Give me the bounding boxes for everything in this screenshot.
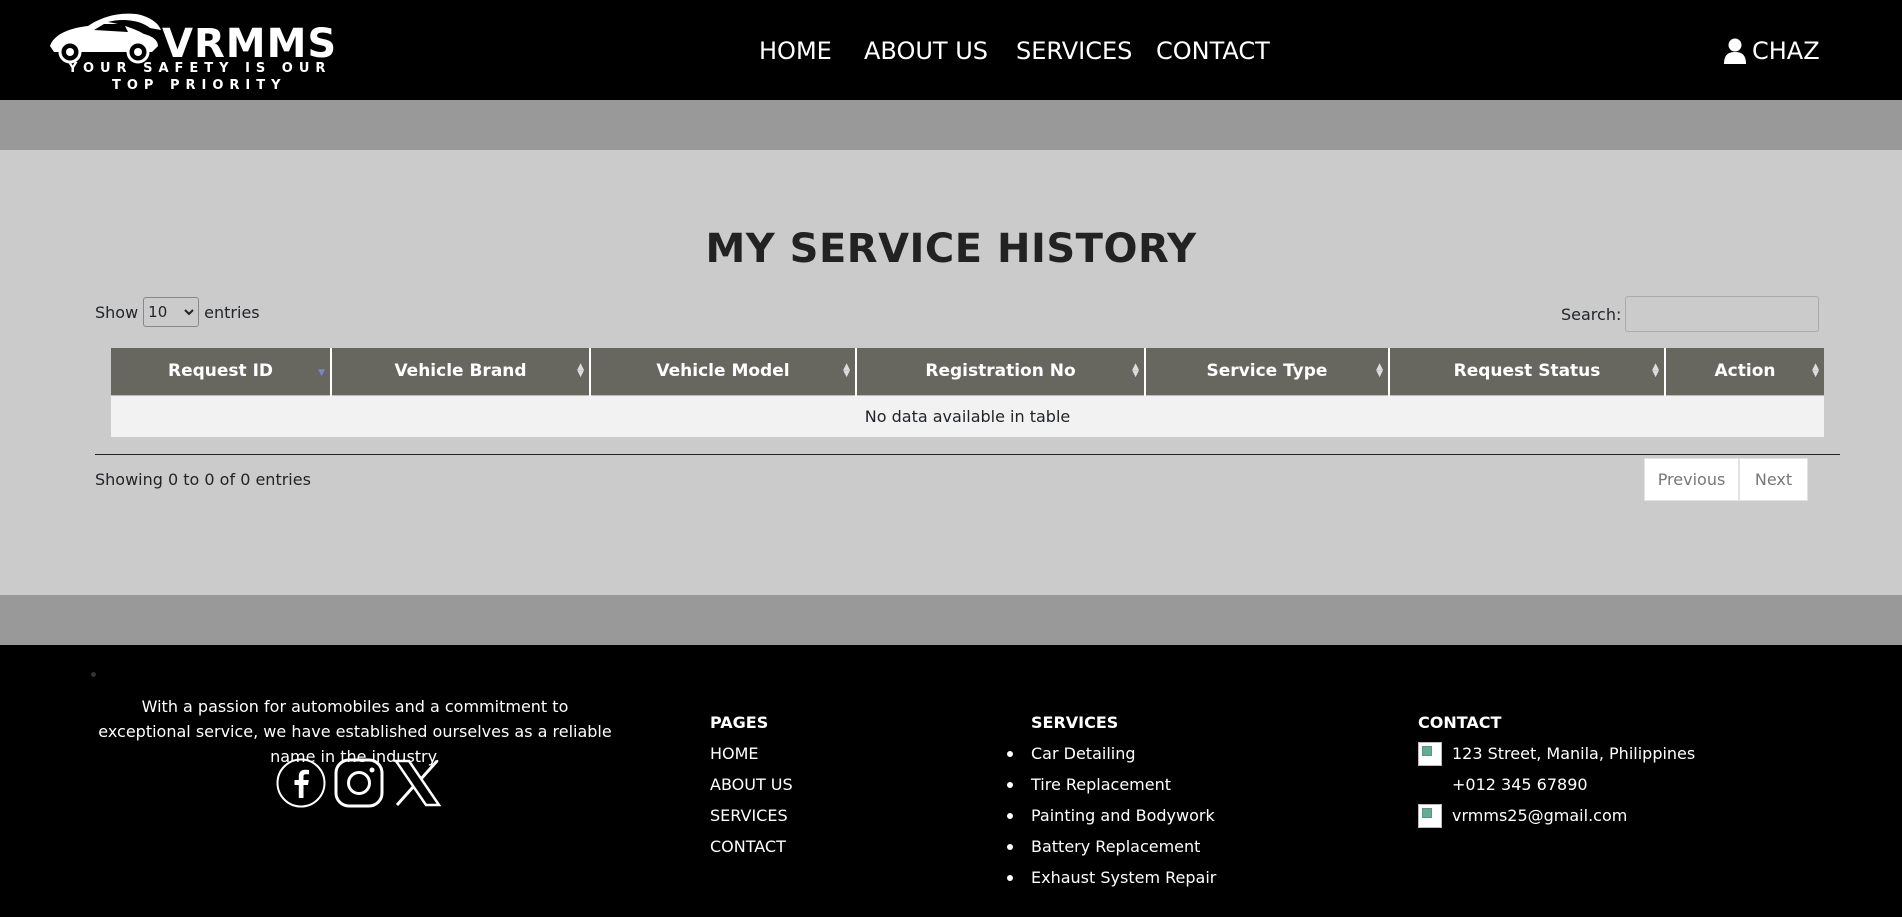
next-page-button[interactable]: Next	[1739, 458, 1808, 501]
column-label: Request ID	[167, 361, 274, 382]
footer-contact-list: 123 Street, Manila, Philippines +012 345…	[1418, 738, 1695, 831]
site-footer: With a passion for automobiles and a com…	[0, 645, 1902, 917]
list-item: Battery Replacement	[1006, 831, 1216, 862]
table-header-row: Request ID ▼ Vehicle Brand ▲ ▼ Vehicle Mo…	[111, 348, 1824, 395]
contact-email: vrmms25@gmail.com	[1418, 800, 1695, 831]
footer-services-list: Car Detailing Tire Replacement Painting …	[1006, 738, 1216, 893]
column-header-registration-no[interactable]: Registration No ▲ ▼	[856, 348, 1146, 395]
instagram-icon[interactable]	[333, 757, 385, 809]
logo-tagline: TOP PRIORITY	[112, 78, 287, 93]
table-info: Showing 0 to 0 of 0 entries	[95, 470, 311, 489]
footer-band	[0, 595, 1902, 645]
entries-label: entries	[204, 302, 260, 322]
social-links	[275, 757, 443, 809]
table-search: Search:	[1561, 296, 1820, 332]
table-row: No data available in table	[111, 394, 1824, 437]
sort-icon: ▲ ▼	[577, 362, 584, 379]
list-item: Car Detailing	[1006, 738, 1216, 769]
footer-services-heading: SERVICES	[1031, 713, 1119, 732]
main-nav: HOME ABOUT US SERVICES CONTACT	[0, 34, 1902, 68]
footer-link-contact[interactable]: CONTACT	[710, 831, 793, 862]
sort-icon: ▲ ▼	[1812, 362, 1819, 379]
site-header: VRMMS YOUR SAFETY IS OUR TOP PRIORITY HO…	[0, 0, 1902, 100]
column-header-action[interactable]: Action ▲ ▼	[1665, 348, 1824, 395]
list-item: Painting and Bodywork	[1006, 800, 1216, 831]
entries-length-value: 10	[148, 303, 168, 321]
list-item: Exhaust System Repair	[1006, 862, 1216, 893]
column-label: Request Status	[1453, 361, 1601, 382]
footer-pages-list: HOME ABOUT US SERVICES CONTACT	[710, 738, 793, 862]
empty-table-message: No data available in table	[111, 394, 1824, 437]
nav-contact[interactable]: CONTACT	[1156, 34, 1270, 68]
search-input[interactable]	[1625, 296, 1820, 332]
phone-text: +012 345 67890	[1452, 775, 1588, 794]
table-divider	[95, 454, 1840, 455]
user-menu[interactable]: CHAZ	[1724, 34, 1820, 68]
nav-home[interactable]: HOME	[759, 34, 832, 68]
email-text[interactable]: vrmms25@gmail.com	[1452, 800, 1627, 831]
page-title: MY SERVICE HISTORY	[705, 226, 1197, 272]
sort-asc-icon: ▼	[318, 368, 325, 378]
column-header-request-status[interactable]: Request Status ▲ ▼	[1389, 348, 1666, 395]
sort-icon: ▲ ▼	[1132, 362, 1139, 379]
contact-phone: +012 345 67890	[1418, 769, 1695, 800]
x-icon[interactable]	[391, 757, 443, 809]
sort-icon: ▲ ▼	[843, 362, 850, 379]
location-icon	[1418, 741, 1442, 766]
search-label: Search:	[1561, 304, 1622, 324]
show-label: Show	[95, 302, 139, 322]
previous-page-button[interactable]: Previous	[1644, 458, 1739, 501]
list-item: Tire Replacement	[1006, 769, 1216, 800]
footer-link-services[interactable]: SERVICES	[710, 800, 793, 831]
column-header-vehicle-brand[interactable]: Vehicle Brand ▲ ▼	[331, 348, 591, 395]
nav-services[interactable]: SERVICES	[1016, 34, 1132, 68]
footer-link-about-us[interactable]: ABOUT US	[710, 769, 793, 800]
column-header-service-type[interactable]: Service Type ▲ ▼	[1145, 348, 1390, 395]
column-label: Action	[1714, 361, 1776, 382]
user-icon	[1724, 38, 1746, 64]
column-header-request-id[interactable]: Request ID ▼	[111, 348, 332, 395]
column-label: Service Type	[1206, 361, 1328, 382]
column-label: Vehicle Model	[656, 361, 790, 382]
column-header-vehicle-model[interactable]: Vehicle Model ▲ ▼	[590, 348, 857, 395]
contact-address: 123 Street, Manila, Philippines	[1418, 738, 1695, 769]
entries-length-select[interactable]: 10	[143, 297, 200, 327]
column-label: Vehicle Brand	[394, 361, 527, 382]
pagination: Previous Next	[1644, 458, 1808, 501]
bullet-dot	[91, 672, 96, 677]
facebook-icon[interactable]	[275, 757, 327, 809]
nav-about-us[interactable]: ABOUT US	[864, 34, 988, 68]
user-name: CHAZ	[1752, 37, 1820, 65]
sort-icon: ▲ ▼	[1652, 362, 1659, 379]
footer-contact-heading: CONTACT	[1418, 713, 1502, 732]
header-band	[0, 100, 1902, 150]
column-label: Registration No	[925, 361, 1076, 382]
entries-length-control: Show 10 entries	[95, 297, 260, 327]
address-text: 123 Street, Manila, Philippines	[1452, 744, 1696, 763]
chevron-down-icon	[184, 308, 194, 315]
footer-pages-heading: PAGES	[710, 713, 769, 732]
email-icon	[1418, 803, 1442, 828]
sort-icon: ▲ ▼	[1376, 362, 1383, 379]
service-history-table: Request ID ▼ Vehicle Brand ▲ ▼ Vehicle Mo…	[111, 348, 1824, 437]
footer-link-home[interactable]: HOME	[710, 738, 793, 769]
